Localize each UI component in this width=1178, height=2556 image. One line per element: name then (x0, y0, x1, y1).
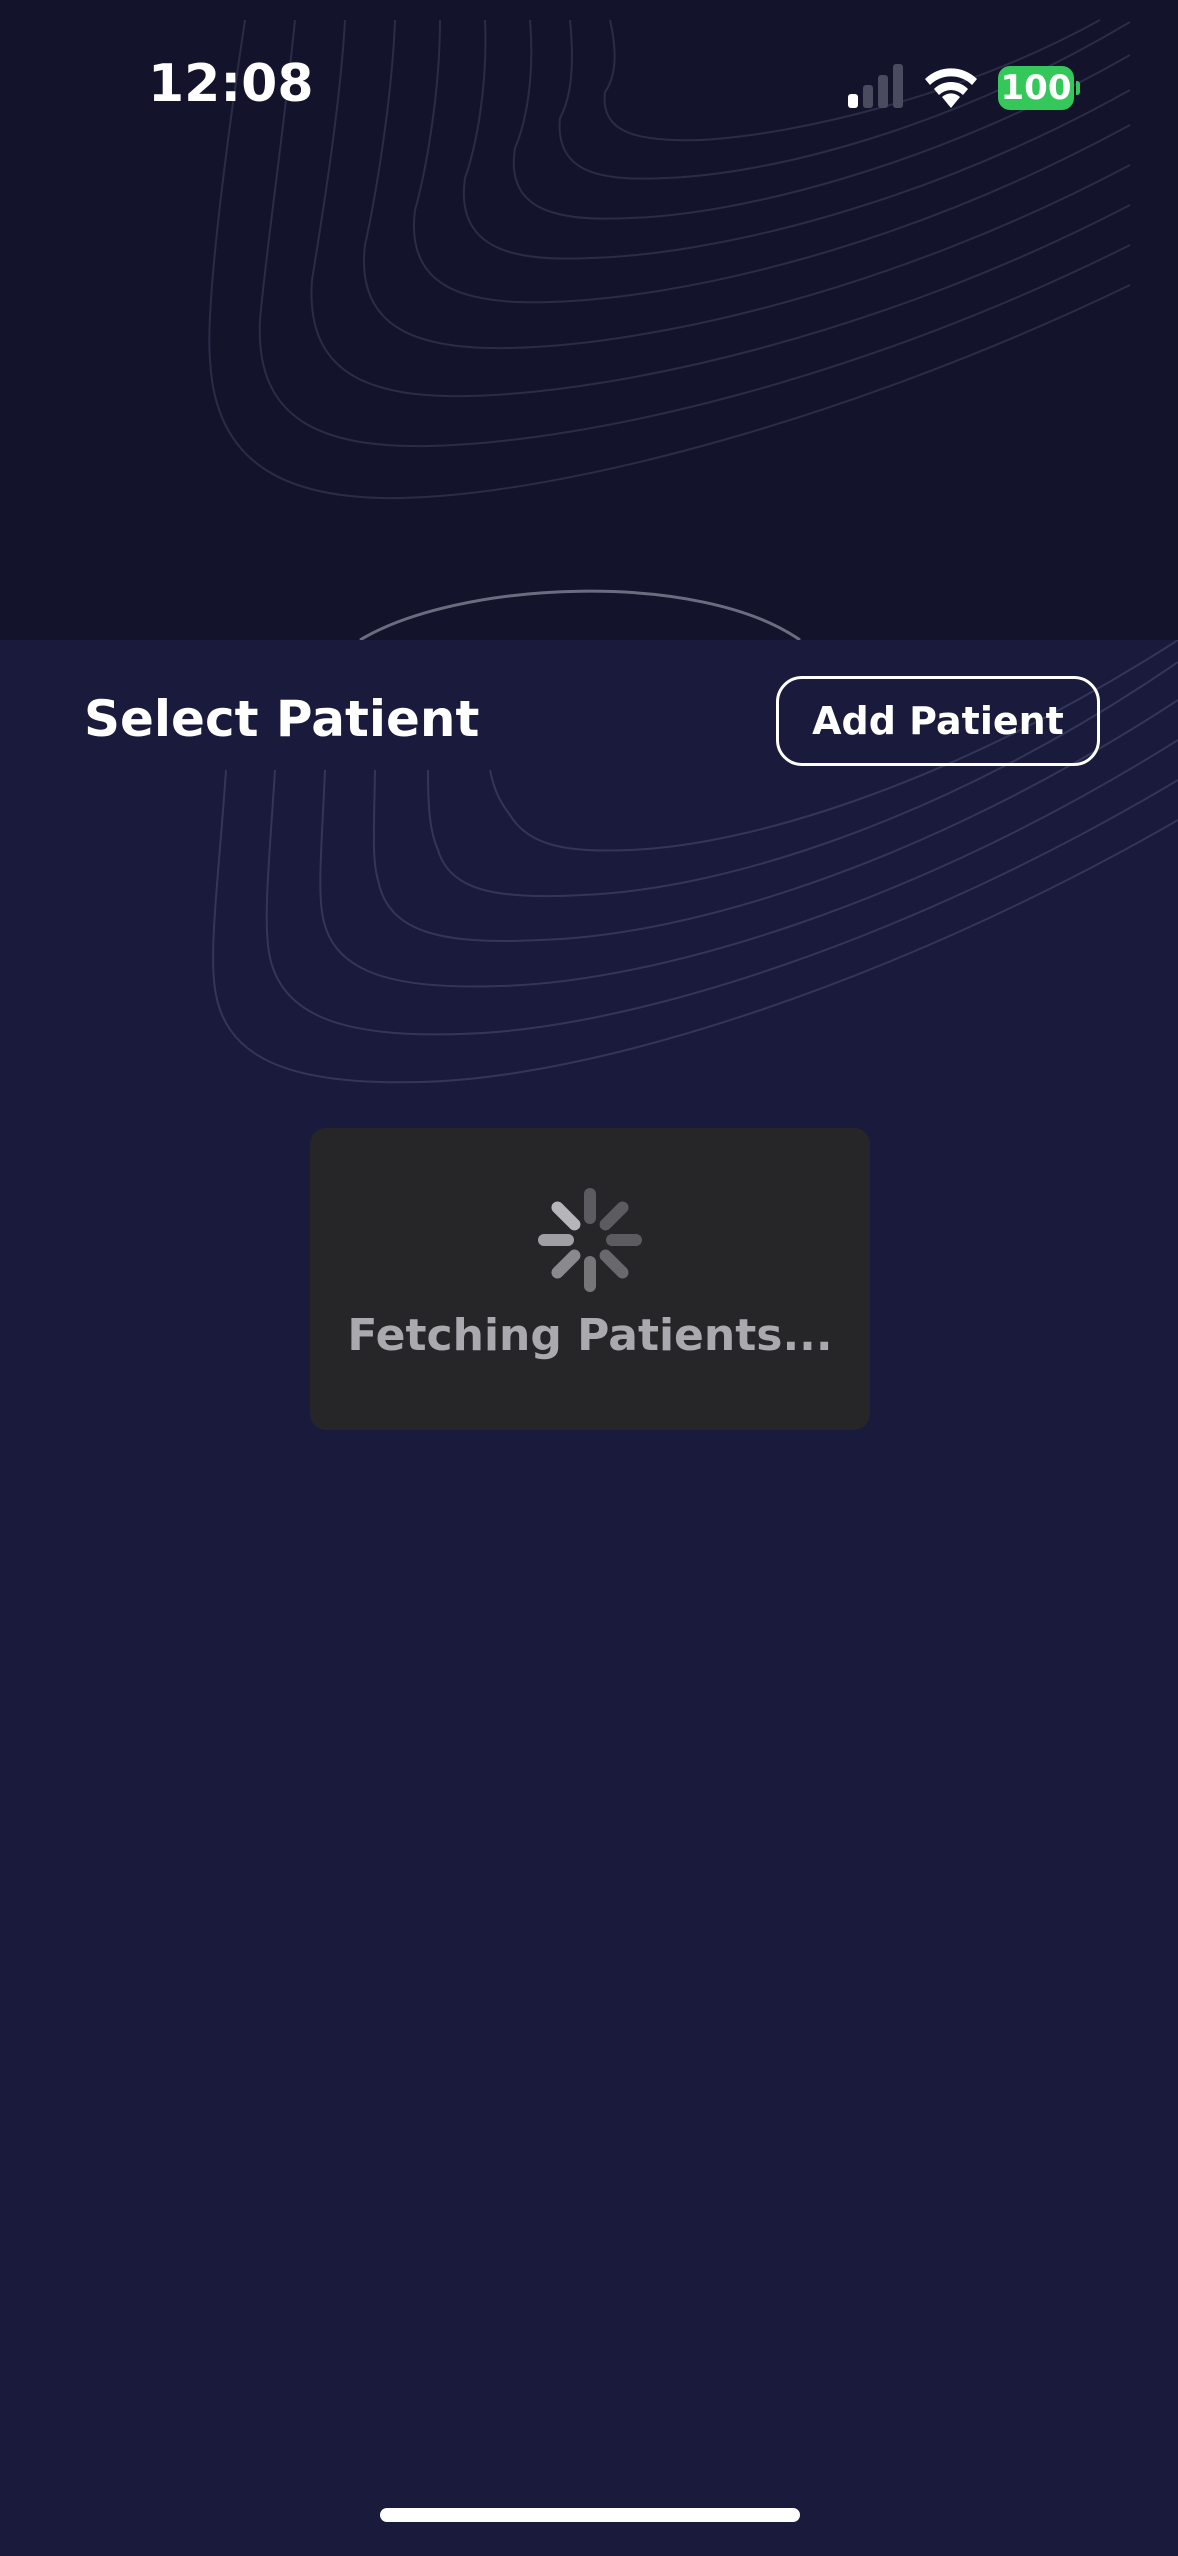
wifi-icon (925, 68, 977, 108)
activity-spinner-icon (538, 1188, 642, 1292)
battery-level: 100 (998, 66, 1074, 110)
status-time: 12:08 (148, 54, 314, 114)
cellular-signal-icon (848, 64, 903, 108)
add-patient-button[interactable]: Add Patient (776, 676, 1100, 766)
loading-overlay: Fetching Patients... (310, 1128, 870, 1430)
home-indicator[interactable] (380, 2508, 800, 2522)
battery-icon: 100 (998, 66, 1080, 110)
patient-select-screen: 12:08 100 Select Patient Add Patient Fet… (0, 0, 1178, 2556)
status-bar: 12:08 100 (0, 0, 1178, 176)
page-title: Select Patient (84, 690, 480, 748)
battery-tip (1076, 81, 1080, 95)
page-header: Select Patient Add Patient (0, 640, 1178, 800)
loading-message: Fetching Patients... (347, 1310, 833, 1361)
